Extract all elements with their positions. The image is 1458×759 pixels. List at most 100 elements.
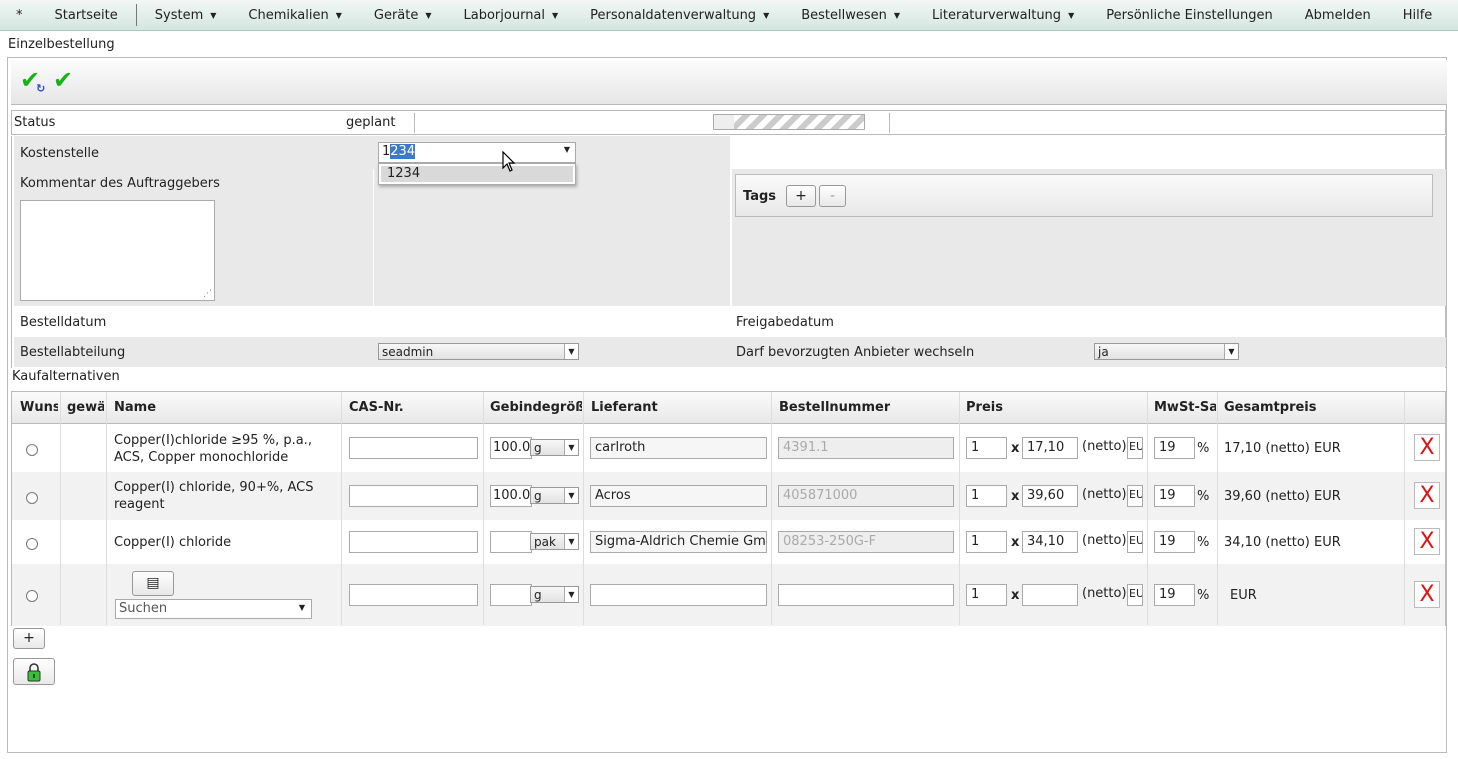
vat-input[interactable]: 19: [1154, 485, 1195, 507]
menu-literatur[interactable]: Literaturverwaltung ▼: [916, 0, 1090, 31]
lieferant-input[interactable]: Acros: [590, 485, 767, 507]
menu-einstellungen[interactable]: Persönliche Einstellungen: [1090, 0, 1289, 31]
caret-down-icon: ▼: [893, 10, 901, 20]
price-input[interactable]: 34,10: [1022, 531, 1078, 553]
menu-bar: * Startseite System ▼ Chemikalien ▼ Geräte…: [0, 0, 1458, 31]
column-divider: [106, 392, 107, 625]
kostenstelle-dropdown: 1234: [378, 163, 576, 185]
netto-label: (netto): [1082, 487, 1127, 502]
unit-select[interactable]: g ▼: [530, 439, 579, 456]
currency-select[interactable]: EU: [1127, 485, 1143, 507]
kommentar-textarea[interactable]: ⋰: [20, 200, 215, 301]
price-input[interactable]: 39,60: [1022, 485, 1078, 507]
qty-input[interactable]: 1: [966, 584, 1007, 606]
cas-input[interactable]: [349, 437, 478, 459]
wunsch-radio[interactable]: [26, 590, 38, 602]
times-label: x: [1011, 441, 1020, 456]
tag-remove-button[interactable]: -: [819, 185, 846, 207]
currency-select[interactable]: EU: [1127, 531, 1143, 553]
column-divider: [341, 392, 342, 625]
cas-input[interactable]: [349, 531, 478, 553]
save-check-icon[interactable]: ✔: [53, 66, 73, 94]
caret-down-icon: ▼: [763, 10, 770, 20]
wunsch-radio[interactable]: [26, 492, 38, 504]
currency-select[interactable]: EU: [1127, 584, 1143, 606]
wunsch-radio[interactable]: [26, 444, 38, 456]
vat-input[interactable]: 19: [1154, 437, 1195, 459]
delete-row-button[interactable]: X: [1414, 482, 1440, 509]
delete-row-button[interactable]: X: [1414, 528, 1440, 555]
amount-input[interactable]: 100.0: [490, 485, 532, 507]
menu-star[interactable]: *: [0, 0, 39, 31]
column-divider: [771, 392, 772, 625]
caret-down-icon: ▼: [298, 603, 305, 612]
kostenstelle-combobox[interactable]: 1234 ▼: [378, 142, 576, 163]
price-input[interactable]: 17,10: [1022, 437, 1078, 459]
search-combobox[interactable]: Suchen ▼: [115, 599, 312, 619]
menu-separator: [135, 4, 137, 26]
delete-row-button[interactable]: X: [1414, 581, 1440, 608]
bestellnummer-input[interactable]: [778, 584, 954, 606]
cas-input[interactable]: [349, 584, 478, 606]
menu-geraete[interactable]: Geräte ▼: [358, 0, 448, 31]
resize-handle-icon[interactable]: ⋰: [203, 289, 212, 299]
qty-input[interactable]: 1: [966, 437, 1007, 459]
kostenstelle-option[interactable]: 1234: [381, 166, 573, 182]
menu-abmelden[interactable]: Abmelden: [1289, 0, 1387, 31]
menu-bestellwesen[interactable]: Bestellwesen ▼: [785, 0, 916, 31]
cas-input[interactable]: [349, 485, 478, 507]
bestelldatum-label: Bestelldatum: [20, 315, 107, 330]
bestellnummer-input: 08253-250G-F: [778, 531, 954, 553]
structure-search-button[interactable]: ▤: [132, 571, 174, 596]
bestellabteilung-label: Bestellabteilung: [20, 345, 126, 360]
kostenstelle-row: [14, 136, 730, 169]
menu-hilfe[interactable]: Hilfe: [1387, 0, 1449, 31]
unit-select[interactable]: g ▼: [530, 487, 579, 504]
netto-label: (netto): [1082, 533, 1127, 548]
save-and-refresh-icon[interactable]: ✔↻: [20, 66, 49, 95]
unit-select[interactable]: pak ▼: [530, 533, 579, 550]
mouse-cursor-icon: [502, 151, 516, 172]
anbieter-select[interactable]: ja ▼: [1094, 343, 1239, 360]
column-divider: [1147, 392, 1148, 625]
header-bestellnummer: Bestellnummer: [779, 400, 891, 415]
menu-personaldaten[interactable]: Personaldatenverwaltung ▼: [574, 0, 785, 31]
amount-input[interactable]: [490, 531, 532, 553]
wunsch-radio[interactable]: [26, 538, 38, 550]
caret-down-icon: ▼: [335, 10, 342, 20]
column-divider: [1404, 392, 1405, 625]
lieferant-input[interactable]: carlroth: [590, 437, 767, 459]
add-row-button[interactable]: +: [13, 628, 45, 649]
tags-panel: Tags + -: [735, 174, 1433, 217]
qty-input[interactable]: 1: [966, 531, 1007, 553]
lieferant-input[interactable]: [590, 584, 767, 606]
currency-select[interactable]: EU: [1127, 437, 1143, 459]
amount-input[interactable]: 100.0: [490, 437, 532, 459]
tag-add-button[interactable]: +: [786, 185, 816, 207]
amount-input[interactable]: [490, 584, 532, 606]
lieferant-input[interactable]: Sigma-Aldrich Chemie GmbH: [590, 531, 767, 553]
caret-down-icon: ▼: [564, 488, 578, 503]
anbieter-label: Darf bevorzugten Anbieter wechseln: [736, 345, 975, 360]
molecule-editor-icon: ▤: [146, 575, 160, 591]
price-input[interactable]: [1022, 584, 1078, 606]
delete-row-button[interactable]: X: [1414, 434, 1440, 461]
column-divider: [959, 392, 960, 625]
menu-chemikalien[interactable]: Chemikalien ▼: [232, 0, 357, 31]
vat-input[interactable]: 19: [1154, 584, 1195, 606]
menu-system[interactable]: System ▼: [139, 0, 233, 31]
divider: [889, 113, 890, 133]
lock-button[interactable]: [13, 658, 55, 685]
caret-down-icon: ▼: [1068, 10, 1075, 20]
qty-input[interactable]: 1: [966, 485, 1007, 507]
kostenstelle-selected-text: 234: [390, 144, 416, 159]
unit-select[interactable]: g ▼: [530, 586, 579, 603]
caret-down-icon[interactable]: ▼: [564, 145, 570, 154]
menu-startseite[interactable]: Startseite: [39, 0, 134, 31]
vat-input[interactable]: 19: [1154, 531, 1195, 553]
toolbar: ✔↻ ✔: [11, 60, 1447, 105]
menu-laborjournal[interactable]: Laborjournal ▼: [448, 0, 575, 31]
row-total: 17,10 (netto) EUR: [1224, 441, 1341, 456]
header-gebinde: Gebindegröße: [490, 400, 582, 415]
bestellabteilung-select[interactable]: seadmin ▼: [378, 343, 579, 360]
